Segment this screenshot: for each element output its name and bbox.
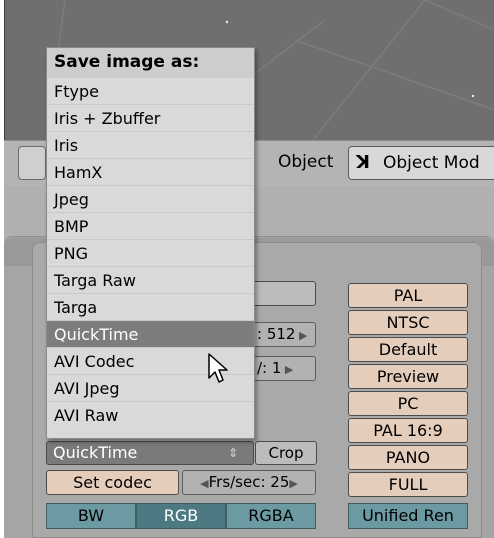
size-y-field[interactable]: /: 1 ▶ [252,356,316,381]
menu-item-iris[interactable]: Iris [47,132,254,159]
preset-full-button[interactable]: FULL [348,472,468,497]
menu-item-bmp[interactable]: BMP [47,213,254,240]
rgb-button[interactable]: RGB [136,503,226,529]
frs-sec-field[interactable]: ◀Frs/sec: 25▶ [182,470,316,495]
menu-item-jpeg[interactable]: Jpeg [47,186,254,213]
menu-item-iris-zbuffer[interactable]: Iris + Zbuffer [47,105,254,132]
object-mode-icon: ꓘ [356,152,370,173]
size-y-value: /: 1 [257,359,282,377]
menu-item-hamx[interactable]: HamX [47,159,254,186]
select-updown-icon: ⇕ [228,446,239,460]
arrow-right-icon: ▶ [289,477,298,490]
preset-default-button[interactable]: Default [348,337,468,362]
preset-preview-button[interactable]: Preview [348,364,468,389]
menu-item-targa[interactable]: Targa [47,294,254,321]
mouse-cursor-icon [207,352,231,390]
menu-item-quicktime[interactable]: QuickTime [47,321,254,348]
preset-pano-button[interactable]: PANO [348,445,468,470]
view-menu-button[interactable] [18,146,46,180]
preset-pal-button[interactable]: PAL [348,283,468,308]
bw-button[interactable]: BW [46,503,136,529]
preset-pal169-button[interactable]: PAL 16:9 [348,418,468,443]
unified-render-button[interactable]: Unified Ren [348,503,468,529]
menu-item-png[interactable]: PNG [47,240,254,267]
image-format-select[interactable]: QuickTime [46,441,254,465]
size-x-value: : 512 [257,325,296,343]
arrow-right-icon: ▶ [295,329,308,342]
object-menu[interactable]: Object [278,152,333,172]
arrow-left-icon: ◀ [200,477,209,490]
preset-pc-button[interactable]: PC [348,391,468,416]
arrow-right-icon: ▶ [281,363,294,376]
hidden-button[interactable] [252,281,316,306]
menu-item-avi-raw[interactable]: AVI Raw [47,402,254,429]
frs-sec-value: Frs/sec: 25 [208,473,290,491]
set-codec-button[interactable]: Set codec [46,470,179,495]
menu-title: Save image as: [47,48,254,78]
crop-button[interactable]: Crop [255,441,317,465]
size-x-field[interactable]: : 512 ▶ [252,322,316,347]
rgba-button[interactable]: RGBA [226,503,316,529]
preset-ntsc-button[interactable]: NTSC [348,310,468,335]
menu-item-ftype[interactable]: Ftype [47,78,254,105]
menu-item-targa-raw[interactable]: Targa Raw [47,267,254,294]
